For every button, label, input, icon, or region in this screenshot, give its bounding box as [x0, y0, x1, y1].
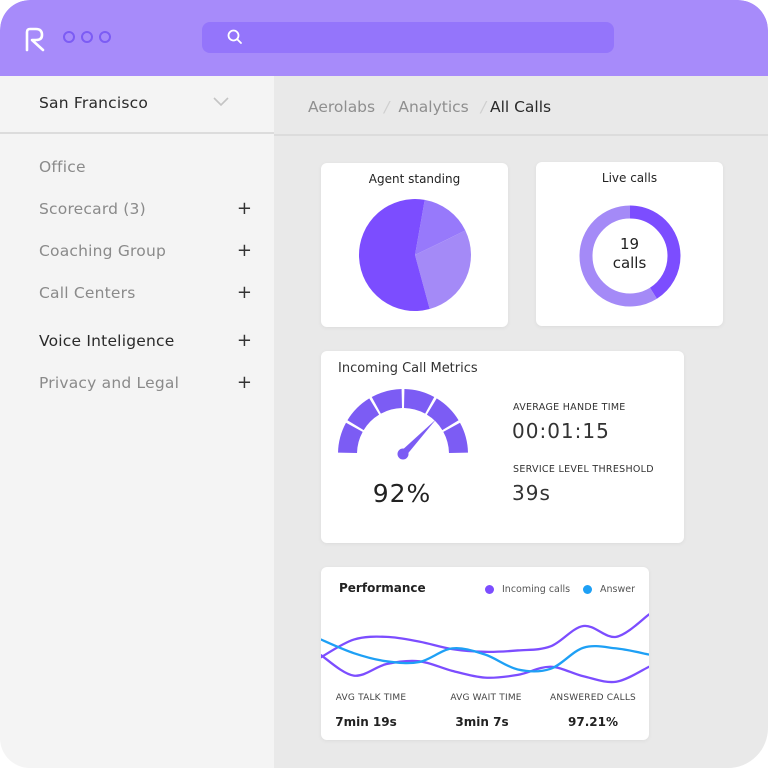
breadcrumb-separator: / — [480, 98, 486, 116]
breadcrumb-all-calls: All Calls — [489, 98, 552, 116]
plus-icon[interactable]: + — [237, 372, 252, 393]
gauge-value: 92% — [372, 479, 432, 508]
breadcrumb: Aerolabs / Analytics / All Calls — [308, 98, 551, 116]
breadcrumb-analytics[interactable]: Analytics — [398, 98, 468, 116]
legend-item-incoming-calls[interactable]: Incoming calls — [485, 584, 570, 595]
legend-item-answer[interactable]: Answer — [583, 584, 635, 595]
sidebar-item-coaching-group[interactable]: Coaching Group + — [39, 240, 254, 268]
breadcrumb-aerolabs[interactable]: Aerolabs — [308, 98, 375, 116]
incoming-call-metrics-card: Incoming Call Metrics 92% AVERAGE HANDE … — [321, 351, 684, 543]
sidebar-item-label: Call Centers — [39, 284, 136, 302]
gauge-segment — [347, 398, 380, 431]
plus-icon[interactable]: + — [237, 330, 252, 351]
line-series-2 — [321, 654, 649, 684]
avg-talk-time-value: 7min 19s — [335, 715, 397, 729]
breadcrumb-separator: / — [384, 98, 390, 116]
agent-standing-pie-chart — [359, 199, 471, 311]
avg-wait-time-label: AVG WAIT TIME — [450, 693, 522, 703]
legend-dot-icon — [485, 585, 494, 594]
window-dot[interactable] — [99, 31, 111, 43]
service-level-threshold-value: 39s — [512, 481, 551, 505]
agent-standing-card: Agent standing — [321, 163, 508, 327]
plus-icon[interactable]: + — [237, 282, 252, 303]
main-content: Aerolabs / Analytics / All Calls Agent s… — [274, 76, 768, 768]
avg-handle-time-value: 00:01:15 — [512, 419, 610, 443]
location-selector[interactable]: San Francisco — [0, 76, 274, 134]
plus-icon[interactable]: + — [237, 198, 252, 219]
answered-calls-label: ANSWERED CALLS — [550, 693, 636, 703]
search-icon — [227, 29, 242, 44]
live-calls-unit: calls — [612, 254, 647, 272]
line-series-1 — [321, 613, 649, 659]
card-title: Performance — [339, 581, 426, 595]
legend-dot-icon — [583, 585, 592, 594]
r-logo-icon[interactable] — [24, 26, 46, 52]
gauge-segment — [426, 398, 459, 431]
avg-talk-time-label: AVG TALK TIME — [335, 693, 407, 703]
sidebar: San Francisco Office Scorecard (3) + Coa… — [0, 76, 274, 768]
avg-wait-time-value: 3min 7s — [455, 715, 509, 729]
search-input[interactable] — [202, 22, 614, 53]
window-dot[interactable] — [81, 31, 93, 43]
performance-line-chart — [321, 613, 649, 684]
performance-card: Performance Incoming calls Answer AVG TA… — [321, 567, 649, 740]
line-series-3 — [321, 638, 649, 673]
live-calls-count: 19 — [619, 235, 640, 253]
app-window: San Francisco Office Scorecard (3) + Coa… — [0, 0, 768, 768]
sidebar-item-label: Voice Inteligence — [39, 332, 175, 350]
window-dot[interactable] — [63, 31, 75, 43]
avg-handle-time-label: AVERAGE HANDE TIME — [513, 402, 626, 413]
gauge-needle-hub — [397, 448, 409, 460]
gauge-chart — [338, 389, 468, 460]
sidebar-item-label: Privacy and Legal — [39, 374, 180, 392]
sidebar-item-privacy-and-legal[interactable]: Privacy and Legal + — [39, 372, 254, 400]
sidebar-item-voice-inteligence[interactable]: Voice Inteligence + — [39, 330, 254, 358]
sidebar-item-label: Office — [39, 158, 86, 176]
live-calls-card: Live calls 19 calls — [536, 162, 723, 326]
sidebar-item-office[interactable]: Office — [39, 156, 254, 184]
legend-label: Incoming calls — [502, 584, 571, 595]
divider — [274, 134, 768, 136]
answered-calls-value: 97.21% — [568, 715, 618, 729]
sidebar-item-label: Scorecard (3) — [39, 200, 146, 218]
window-dots — [63, 31, 111, 43]
service-level-threshold-label: SERVICE LEVEL THRESHOLD — [513, 464, 654, 475]
donut-center-label: 19 calls — [536, 235, 723, 273]
legend-label: Answer — [600, 584, 635, 595]
top-bar — [0, 0, 768, 76]
sidebar-item-scorecard[interactable]: Scorecard (3) + — [39, 198, 254, 226]
location-label: San Francisco — [39, 94, 149, 112]
plus-icon[interactable]: + — [237, 240, 252, 261]
chevron-down-icon[interactable] — [212, 96, 230, 108]
sidebar-item-call-centers[interactable]: Call Centers + — [39, 282, 254, 310]
sidebar-item-label: Coaching Group — [39, 242, 167, 260]
